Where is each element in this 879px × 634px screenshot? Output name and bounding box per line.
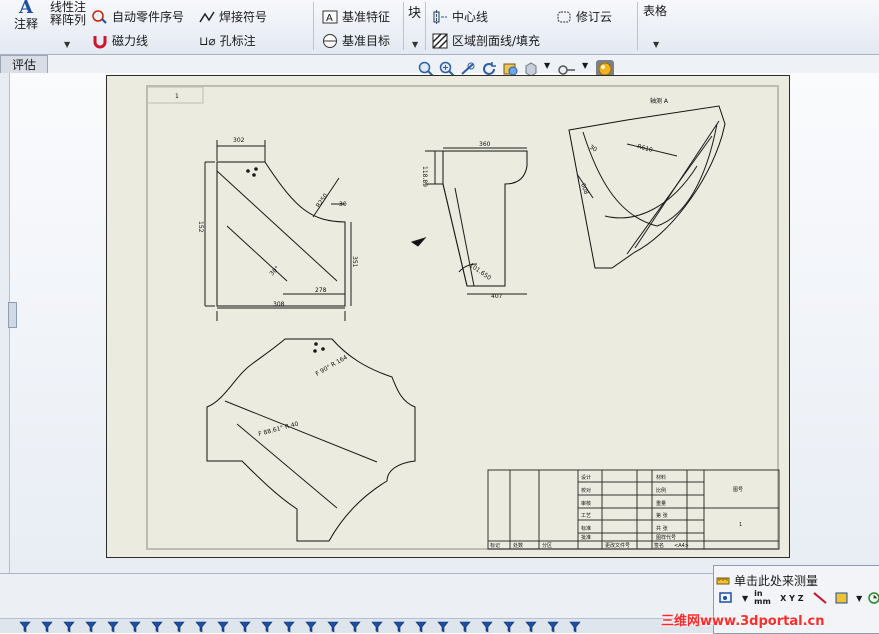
title-block-cell: 重量: [656, 500, 666, 507]
auto-balloon-button[interactable]: 自动零件序号: [92, 8, 184, 25]
hole-callout-icon: ⊔⌀: [199, 33, 216, 48]
tab-evaluate[interactable]: 评估: [0, 55, 48, 73]
datum-target-icon: [323, 33, 337, 48]
hole-callout-button[interactable]: ⊔⌀ 孔标注: [199, 32, 256, 49]
chevron-down-icon[interactable]: ▼: [64, 40, 70, 49]
history-icon[interactable]: [868, 591, 879, 605]
title-block-cell: 批准: [581, 534, 591, 541]
front-view: [204, 140, 352, 321]
title-block-cell: 设计: [581, 474, 591, 481]
title-block-cell: 更改文件号: [605, 542, 630, 549]
watermark-text: 三维网www.3dportal.cn: [661, 614, 825, 629]
chevron-down-icon[interactable]: ▼: [653, 40, 659, 49]
title-block-cell: 分区: [542, 542, 552, 549]
centerline-button[interactable]: 中心线: [432, 8, 488, 25]
measure-arc-icon[interactable]: [718, 591, 736, 605]
datum-feature-icon: A: [322, 10, 338, 24]
dim-label: 152: [197, 221, 204, 233]
side-view: [410, 147, 528, 295]
title-block-cell: 标记: [490, 542, 500, 549]
flat-pattern-view: [206, 338, 416, 542]
chevron-down-icon[interactable]: ▼: [742, 594, 748, 603]
linear-note-pattern-button[interactable]: 线性注 释阵列: [50, 1, 86, 27]
dim-label: 308: [273, 301, 285, 308]
filter-icon-row[interactable]: [18, 619, 638, 633]
datum-target-button[interactable]: 基准目标: [322, 32, 390, 49]
cloud-icon: [557, 11, 571, 22]
dim-label: 407: [491, 293, 503, 300]
area-hatch-button[interactable]: 区域剖面线/填充: [432, 32, 540, 49]
panel-collapse-handle[interactable]: [8, 302, 17, 328]
title-block-cell: 共 张: [656, 525, 668, 532]
drawing-sheet[interactable]: 1 轴测 A 302 152 R250 30 351 278 308 30° 3…: [106, 75, 790, 558]
title-block-cell: 图样代号: [656, 534, 676, 541]
chevron-down-icon[interactable]: ▼: [856, 594, 862, 603]
svg-text:A: A: [326, 13, 333, 24]
block-button[interactable]: 块: [408, 2, 421, 21]
flat-bend-note: F 88.61° R 40: [258, 420, 300, 437]
view-note: 轴测 A: [650, 97, 669, 105]
title-block-cell: 工艺: [581, 513, 591, 519]
tables-button[interactable]: 表格: [643, 2, 667, 19]
dim-label: 302: [233, 137, 245, 144]
xyz-button[interactable]: X Y Z: [780, 594, 806, 603]
title-block-cell: 1: [739, 522, 742, 528]
dim-label: 118.89: [421, 166, 428, 187]
datum-feature-button[interactable]: A 基准特征: [322, 8, 390, 25]
measure-title[interactable]: 单击此处来测量: [716, 572, 818, 589]
weld-symbol-button[interactable]: 焊接符号: [199, 8, 267, 25]
measure-toolbar: ▼ in mm X Y Z ▼: [718, 590, 879, 606]
dim-label: R610: [636, 143, 653, 154]
centerline-icon: [433, 9, 447, 24]
magnet-icon: [93, 35, 107, 48]
title-block: [487, 469, 780, 550]
isometric-view: [568, 105, 726, 269]
title-block-cell: 审核: [581, 500, 591, 507]
annotation-icon: A: [19, 0, 33, 18]
units-button[interactable]: in mm: [754, 590, 774, 606]
chevron-down-icon[interactable]: ▼: [412, 40, 418, 49]
title-block-cell: 图号: [733, 487, 743, 493]
dim-label: 30: [339, 201, 347, 208]
weld-icon: [199, 11, 215, 22]
ribbon: A 注释 线性注 释阵列 ▼ 自动零件序号 磁力线 焊接符号 ⊔⌀ 孔标注 A …: [0, 0, 879, 55]
point-to-point-icon[interactable]: [812, 591, 828, 605]
magnetic-line-button[interactable]: 磁力线: [92, 32, 148, 49]
title-block-cell: 标准: [581, 525, 591, 532]
title-block-cell: 校对: [581, 487, 591, 494]
title-block-cell: 处数: [513, 542, 523, 549]
hatch-icon: [432, 32, 448, 49]
dim-label: 278: [315, 287, 327, 294]
title-block-cell: 签名: [654, 542, 664, 549]
flat-bend-note: F 90° R 164: [315, 354, 349, 378]
drawing-svg: 1 轴测 A 302 152 R250 30 351 278 308 30° 3…: [146, 85, 780, 550]
annotation-button[interactable]: A 注释: [14, 0, 38, 32]
title-block-cell: 比例: [656, 487, 666, 494]
title-block-cell: 第 张: [656, 512, 668, 519]
dim-label: 30°: [268, 265, 280, 277]
face-select-icon[interactable]: [834, 591, 850, 605]
ruler-icon: [716, 577, 730, 584]
dim-label: 351: [351, 256, 358, 268]
title-block-cell: <A4>: [674, 543, 689, 549]
sheet-number: 1: [175, 93, 179, 100]
balloon-icon: [92, 9, 107, 24]
dim-label: 360: [479, 141, 491, 148]
revision-cloud-button[interactable]: 修订云: [556, 8, 612, 25]
title-block-cell: 材料: [656, 474, 666, 481]
